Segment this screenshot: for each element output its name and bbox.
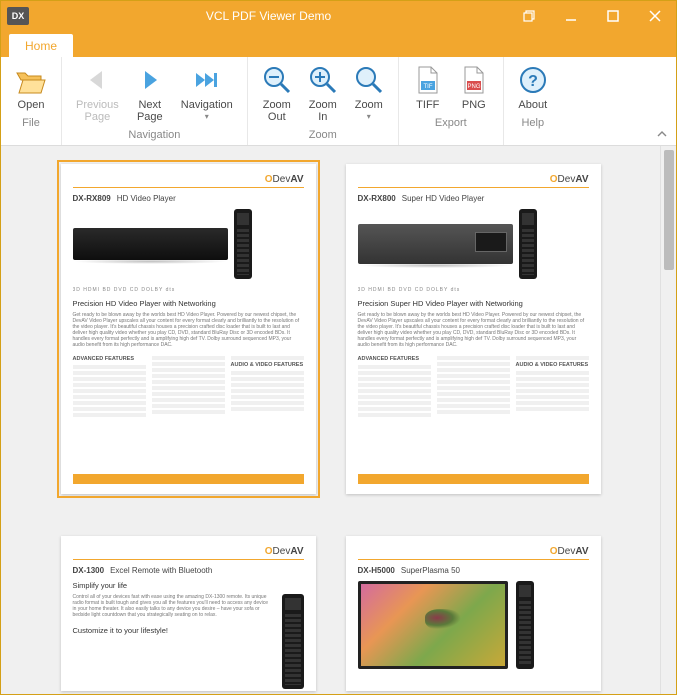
- previous-page-label: Previous Page: [76, 99, 119, 123]
- app-badge: DX: [7, 7, 29, 25]
- page-footer-bar: [358, 474, 589, 484]
- product-image: [358, 209, 589, 279]
- zoom-label: Zoom: [355, 99, 383, 111]
- navigation-dropdown-button[interactable]: Navigation ▾: [173, 61, 241, 125]
- app-window: DX VCL PDF Viewer Demo Home: [0, 0, 677, 695]
- brand-logo: ODevAV: [265, 174, 304, 185]
- remote-icon: [516, 581, 534, 669]
- ribbon-group-export: TIF TIFF PNG PNG Export: [399, 57, 504, 145]
- png-file-icon: PNG: [461, 63, 487, 97]
- ribbon-tabbar: Home: [1, 31, 676, 57]
- feature-columns: ADVANCED FEATURES AUDIO & VIDEO FEATURES: [73, 356, 304, 419]
- export-png-button[interactable]: PNG PNG: [451, 61, 497, 113]
- pdf-page-thumbnail[interactable]: ODevAV DX-RX809 HD Video Player 3D HDMI B…: [61, 164, 316, 494]
- ribbon: Open File Previous Page Next Page: [1, 57, 676, 146]
- navigation-fastforward-icon: [192, 63, 222, 97]
- folder-open-icon: [15, 63, 47, 97]
- restore-down-icon[interactable]: [508, 1, 550, 31]
- tiff-file-icon: TIF: [415, 63, 441, 97]
- tab-home[interactable]: Home: [9, 34, 73, 57]
- next-icon: [137, 63, 163, 97]
- svg-text:PNG: PNG: [467, 84, 480, 90]
- open-label: Open: [18, 99, 45, 111]
- navigation-label: Navigation: [181, 99, 233, 111]
- scrollbar-thumb[interactable]: [664, 150, 674, 270]
- zoom-out-button[interactable]: Zoom Out: [254, 61, 300, 125]
- zoom-in-label: Zoom In: [309, 99, 337, 123]
- maximize-icon[interactable]: [592, 1, 634, 31]
- group-label-help: Help: [504, 115, 562, 133]
- page-subtitle: Precision Super HD Video Player with Net…: [358, 299, 589, 308]
- page-subtitle: Simplify your life: [73, 581, 304, 590]
- window-title: VCL PDF Viewer Demo: [29, 9, 508, 23]
- group-label-zoom: Zoom: [248, 127, 398, 145]
- svg-text:?: ?: [528, 73, 538, 90]
- pdf-page-thumbnail[interactable]: ODevAV DX-RX800 Super HD Video Player 3D …: [346, 164, 601, 494]
- group-label-file: File: [1, 115, 61, 133]
- minimize-icon[interactable]: [550, 1, 592, 31]
- page-subtitle-2: Customize it to your lifestyle!: [73, 626, 272, 635]
- spec-icons-row: 3D HDMI BD DVD CD DOLBY dts: [358, 287, 589, 293]
- ribbon-group-zoom: Zoom Out Zoom In Zoom ▾ Zoom: [248, 57, 399, 145]
- zoom-out-icon: [262, 63, 292, 97]
- close-icon[interactable]: [634, 1, 676, 31]
- brand-logo: ODevAV: [550, 174, 589, 185]
- group-label-navigation: Navigation: [62, 127, 247, 145]
- brand-logo: ODevAV: [265, 546, 304, 557]
- model-name: HD Video Player: [117, 194, 176, 203]
- feature-columns: ADVANCED FEATURES AUDIO & VIDEO FEATURES: [358, 356, 589, 419]
- next-page-button[interactable]: Next Page: [127, 61, 173, 125]
- body-text: Get ready to be blown away by the worlds…: [358, 312, 589, 348]
- page-footer-bar: [73, 474, 304, 484]
- previous-page-button[interactable]: Previous Page: [68, 61, 127, 125]
- pdf-page-thumbnail[interactable]: ODevAV DX-H5000 SuperPlasma 50: [346, 536, 601, 691]
- remote-icon: [519, 209, 537, 279]
- chevron-down-icon: ▾: [205, 112, 209, 121]
- remote-icon: [234, 209, 252, 279]
- product-image: [73, 209, 304, 279]
- model-name: Excel Remote with Bluetooth: [110, 566, 212, 575]
- model-code: DX-1300: [73, 566, 105, 575]
- model-name: Super HD Video Player: [402, 194, 485, 203]
- model-name: SuperPlasma 50: [401, 566, 460, 575]
- pdf-page-thumbnail[interactable]: ODevAV DX-1300 Excel Remote with Bluetoot…: [61, 536, 316, 691]
- zoom-dropdown-button[interactable]: Zoom ▾: [346, 61, 392, 125]
- tv-image: [358, 581, 508, 669]
- model-code: DX-RX800: [358, 194, 396, 203]
- zoom-in-button[interactable]: Zoom In: [300, 61, 346, 125]
- model-code: DX-RX809: [73, 194, 111, 203]
- about-button[interactable]: ? About: [510, 61, 556, 113]
- vertical-scrollbar[interactable]: [660, 146, 676, 694]
- about-label: About: [518, 99, 547, 111]
- remote-icon: [282, 594, 304, 689]
- open-button[interactable]: Open: [7, 61, 55, 113]
- export-tiff-button[interactable]: TIF TIFF: [405, 61, 451, 113]
- titlebar: DX VCL PDF Viewer Demo: [1, 1, 676, 31]
- zoom-in-icon: [308, 63, 338, 97]
- zoom-out-label: Zoom Out: [263, 99, 291, 123]
- chevron-down-icon: ▾: [367, 112, 371, 121]
- svg-text:TIF: TIF: [423, 84, 432, 90]
- zoom-icon: [354, 63, 384, 97]
- spec-icons-row: 3D HDMI BD DVD CD DOLBY dts: [73, 287, 304, 293]
- window-controls: [508, 1, 676, 31]
- ribbon-group-help: ? About Help: [504, 57, 562, 145]
- page-subtitle: Precision HD Video Player with Networkin…: [73, 299, 304, 308]
- body-text: Get ready to be blown away by the worlds…: [73, 312, 304, 348]
- tiff-label: TIFF: [416, 99, 439, 111]
- next-page-label: Next Page: [137, 99, 163, 123]
- help-icon: ?: [518, 63, 548, 97]
- brand-logo: ODevAV: [550, 546, 589, 557]
- viewer-area: ODevAV DX-RX809 HD Video Player 3D HDMI B…: [1, 146, 676, 694]
- ribbon-group-navigation: Previous Page Next Page Navigation ▾ Nav…: [62, 57, 248, 145]
- previous-icon: [84, 63, 110, 97]
- png-label: PNG: [462, 99, 486, 111]
- ribbon-group-file: Open File: [1, 57, 62, 145]
- model-code: DX-H5000: [358, 566, 395, 575]
- group-label-export: Export: [399, 115, 503, 133]
- pdf-thumbnail-viewer[interactable]: ODevAV DX-RX809 HD Video Player 3D HDMI B…: [1, 146, 660, 694]
- body-text: Control all of your devices fast with ea…: [73, 594, 272, 618]
- collapse-ribbon-button[interactable]: [654, 127, 670, 141]
